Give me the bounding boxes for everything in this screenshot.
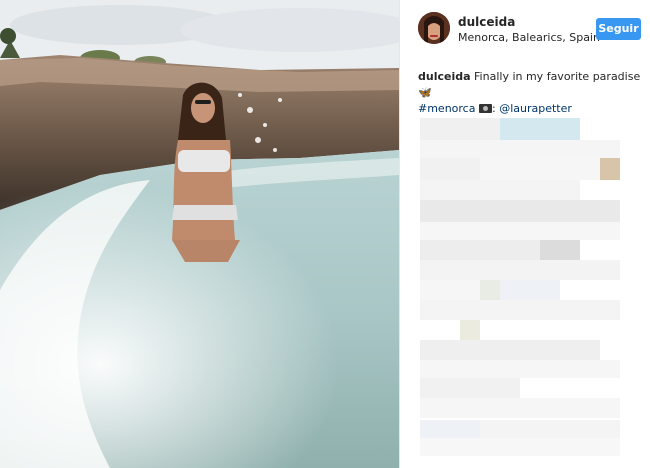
post-sidebar: dulceida Menorca, Balearics, Spain Segui… <box>399 0 650 468</box>
pixelated-comments <box>400 0 650 468</box>
beach-photo-image <box>0 0 399 468</box>
post-photo[interactable] <box>0 0 399 468</box>
